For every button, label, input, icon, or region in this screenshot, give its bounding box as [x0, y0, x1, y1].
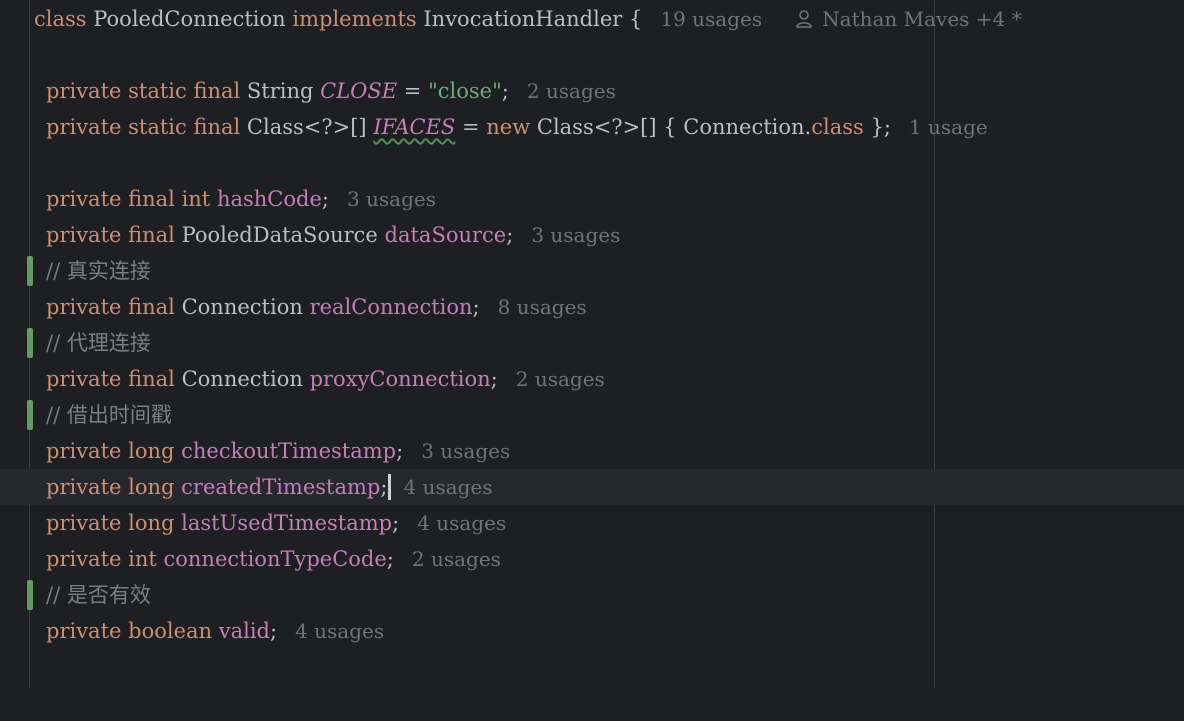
code-line-class-declaration[interactable]: class PooledConnection implements Invoca…: [0, 1, 1184, 37]
vcs-change-marker[interactable]: [27, 580, 33, 610]
field-name[interactable]: dataSource: [385, 223, 507, 247]
usages-hint[interactable]: 1 usage: [909, 115, 988, 139]
semicolon: ;: [392, 511, 400, 535]
usages-hint[interactable]: 4 usages: [295, 619, 384, 643]
code-line-realconnection-field[interactable]: private final Connection realConnection;…: [0, 289, 1184, 325]
field-type: Connection: [181, 295, 303, 319]
keyword-class: class: [811, 115, 864, 139]
usages-hint[interactable]: 2 usages: [527, 79, 616, 103]
field-name[interactable]: proxyConnection: [310, 367, 491, 391]
modifiers: private static final: [46, 115, 241, 139]
field-name[interactable]: valid: [219, 619, 270, 643]
open-brace: {: [628, 7, 643, 31]
array-initializer: Class<?>[] { Connection.: [530, 115, 812, 139]
keyword-new: new: [486, 115, 531, 139]
field-type: String: [246, 79, 314, 103]
comment-text: // 代理连接: [46, 331, 151, 355]
string-literal: "close": [428, 79, 502, 103]
modifiers: private int: [46, 547, 157, 571]
code-line-comment-checkout-timestamp[interactable]: // 借出时间戳: [0, 397, 1184, 433]
statement-end: };: [863, 115, 891, 139]
author-name: Nathan Maves +4 *: [822, 7, 1022, 31]
vcs-change-marker[interactable]: [27, 256, 33, 286]
modifiers: private final: [46, 367, 175, 391]
code-line-hashcode-field[interactable]: private final int hashCode; 3 usages: [0, 181, 1184, 217]
usages-hint[interactable]: 4 usages: [417, 511, 506, 535]
text-caret: [388, 473, 392, 500]
usages-hint[interactable]: 3 usages: [347, 187, 436, 211]
modifiers: private long: [46, 511, 175, 535]
modifiers: private static final: [46, 79, 241, 103]
code-line-comment-valid[interactable]: // 是否有效: [0, 577, 1184, 613]
code-line-createdtimestamp-field[interactable]: private long createdTimestamp; 4 usages: [0, 469, 1184, 505]
semicolon: ;: [472, 295, 480, 319]
semicolon: ;: [506, 223, 514, 247]
semicolon: ;: [396, 439, 404, 463]
usages-hint[interactable]: 4 usages: [403, 475, 492, 499]
code-line-ifaces-field[interactable]: private static final Class<?>[] IFACES =…: [0, 109, 1184, 145]
modifiers: private long: [46, 439, 175, 463]
class-name[interactable]: PooledConnection: [93, 7, 285, 31]
usages-hint[interactable]: 19 usages: [660, 7, 762, 31]
assign-operator: =: [455, 115, 487, 139]
modifiers: private final: [46, 295, 175, 319]
field-name[interactable]: createdTimestamp: [181, 475, 380, 499]
semicolon: ;: [501, 79, 509, 103]
code-line-datasource-field[interactable]: private final PooledDataSource dataSourc…: [0, 217, 1184, 253]
modifiers: private final int: [46, 187, 211, 211]
usages-hint[interactable]: 8 usages: [498, 295, 587, 319]
semicolon: ;: [321, 187, 329, 211]
field-name[interactable]: realConnection: [310, 295, 473, 319]
usages-hint[interactable]: 3 usages: [531, 223, 620, 247]
person-icon: [796, 9, 812, 28]
field-name[interactable]: IFACES: [373, 115, 455, 139]
keyword-class: class: [34, 7, 87, 31]
code-line-valid-field[interactable]: private boolean valid; 4 usages: [0, 613, 1184, 649]
comment-text: // 借出时间戳: [46, 403, 172, 427]
code-line-connectiontypecode-field[interactable]: private int connectionTypeCode; 2 usages: [0, 541, 1184, 577]
usages-hint[interactable]: 2 usages: [412, 547, 501, 571]
code-line-lastusedtimestamp-field[interactable]: private long lastUsedTimestamp; 4 usages: [0, 505, 1184, 541]
usages-hint[interactable]: 3 usages: [421, 439, 510, 463]
code-line-comment-proxy-connection[interactable]: // 代理连接: [0, 325, 1184, 361]
author-hint[interactable]: Nathan Maves +4 *: [796, 7, 1022, 31]
vcs-change-marker[interactable]: [27, 328, 33, 358]
vcs-change-marker[interactable]: [27, 400, 33, 430]
semicolon: ;: [380, 475, 388, 499]
assign-operator: =: [397, 79, 429, 103]
field-name[interactable]: connectionTypeCode: [164, 547, 387, 571]
field-name[interactable]: lastUsedTimestamp: [181, 511, 392, 535]
interface-name[interactable]: InvocationHandler: [423, 7, 622, 31]
field-name[interactable]: checkoutTimestamp: [181, 439, 396, 463]
field-type: Class<?>[]: [246, 115, 367, 139]
modifiers: private final: [46, 223, 175, 247]
code-line-comment-real-connection[interactable]: // 真实连接: [0, 253, 1184, 289]
code-line-close-field[interactable]: private static final String CLOSE = "clo…: [0, 73, 1184, 109]
modifiers: private boolean: [46, 619, 213, 643]
code-editor[interactable]: class PooledConnection implements Invoca…: [0, 0, 1184, 688]
comment-text: // 是否有效: [46, 583, 151, 607]
usages-hint[interactable]: 2 usages: [516, 367, 605, 391]
keyword-implements: implements: [292, 7, 417, 31]
semicolon: ;: [270, 619, 278, 643]
field-type: Connection: [181, 367, 303, 391]
field-name[interactable]: hashCode: [217, 187, 322, 211]
code-line-proxyconnection-field[interactable]: private final Connection proxyConnection…: [0, 361, 1184, 397]
comment-text: // 真实连接: [46, 259, 151, 283]
field-name[interactable]: CLOSE: [320, 79, 397, 103]
semicolon: ;: [490, 367, 498, 391]
code-line-checkouttimestamp-field[interactable]: private long checkoutTimestamp; 3 usages: [0, 433, 1184, 469]
modifiers: private long: [46, 475, 175, 499]
field-type: PooledDataSource: [181, 223, 378, 247]
semicolon: ;: [386, 547, 394, 571]
